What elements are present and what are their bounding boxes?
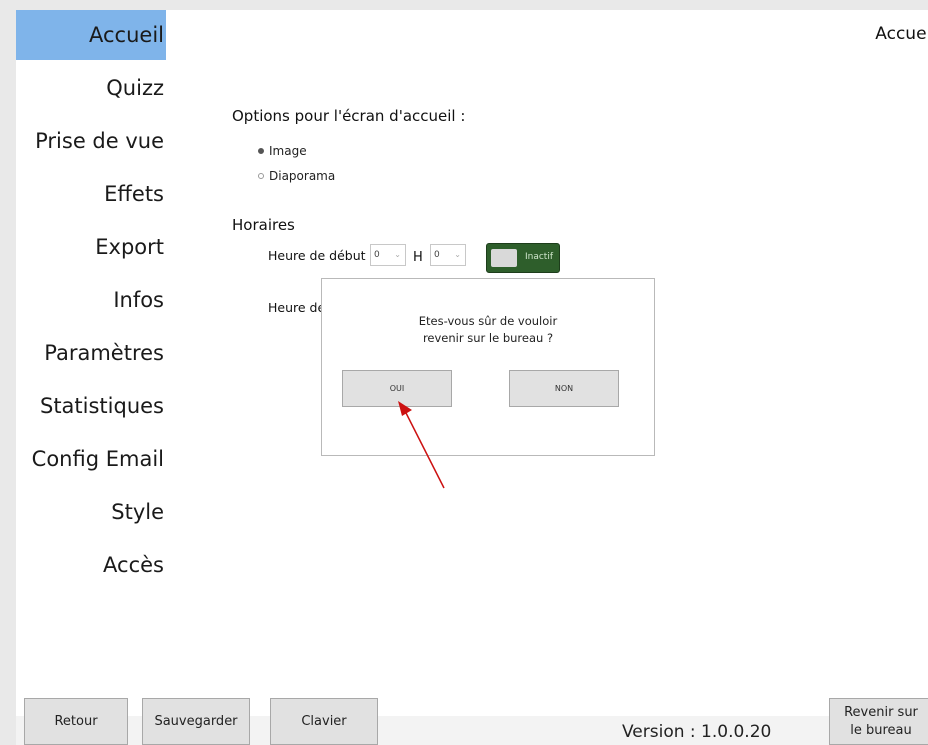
radio-checked-icon <box>258 148 264 154</box>
app-window: Accueil Quizz Prise de vue Effets Export… <box>16 10 928 745</box>
toggle-label: Inactif <box>524 252 553 262</box>
sidebar-item-acces[interactable]: Accès <box>16 540 166 590</box>
radio-unchecked-icon <box>258 173 264 179</box>
start-minute-value: 0 <box>434 250 440 260</box>
radio-image[interactable]: Image <box>258 144 307 158</box>
return-desktop-line2: le bureau <box>850 722 912 738</box>
save-button[interactable]: Sauvegarder <box>142 698 250 745</box>
radio-diaporama-label: Diaporama <box>269 169 336 183</box>
sidebar-item-infos[interactable]: Infos <box>16 275 166 325</box>
hour-separator: H <box>413 250 423 265</box>
version-label: Version : 1.0.0.20 <box>622 722 772 742</box>
no-button[interactable]: NON <box>509 370 619 407</box>
yes-button[interactable]: OUI <box>342 370 452 407</box>
schedule-toggle[interactable]: Inactif <box>486 243 560 273</box>
start-hour-spinner[interactable]: 0 ⌄ <box>370 244 406 266</box>
sidebar-item-style[interactable]: Style <box>16 487 166 537</box>
keyboard-button[interactable]: Clavier <box>270 698 378 745</box>
sidebar-item-quizz[interactable]: Quizz <box>16 63 166 113</box>
start-hour-value: 0 <box>374 250 380 260</box>
return-desktop-line1: Revenir sur <box>844 704 918 720</box>
dialog-message: Etes-vous sûr de vouloir revenir sur le … <box>322 313 654 347</box>
spinner-arrow-icon: ⌄ <box>454 250 461 259</box>
start-minute-spinner[interactable]: 0 ⌄ <box>430 244 466 266</box>
dialog-message-line1: Etes-vous sûr de vouloir <box>418 314 558 328</box>
radio-diaporama[interactable]: Diaporama <box>258 169 335 183</box>
sidebar-item-parametres[interactable]: Paramètres <box>16 328 166 378</box>
radio-image-label: Image <box>269 144 307 158</box>
sidebar-item-export[interactable]: Export <box>16 222 166 272</box>
options-title: Options pour l'écran d'accueil : <box>232 107 466 125</box>
confirm-dialog: Etes-vous sûr de vouloir revenir sur le … <box>321 278 655 456</box>
sidebar-item-effets[interactable]: Effets <box>16 169 166 219</box>
sidebar-item-accueil[interactable]: Accueil <box>16 10 166 60</box>
spinner-arrow-icon: ⌄ <box>394 250 401 259</box>
back-button[interactable]: Retour <box>24 698 128 745</box>
sidebar-item-config-email[interactable]: Config Email <box>16 434 166 484</box>
sidebar-item-statistiques[interactable]: Statistiques <box>16 381 166 431</box>
horaires-title: Horaires <box>232 216 295 234</box>
toggle-knob <box>491 249 517 267</box>
page-title: Accueil <box>875 24 928 44</box>
start-time-label: Heure de début <box>268 248 366 263</box>
dialog-message-line2: revenir sur le bureau ? <box>422 331 554 345</box>
sidebar-item-prise-de-vue[interactable]: Prise de vue <box>16 116 166 166</box>
end-time-label: Heure de <box>268 300 326 315</box>
return-desktop-button[interactable]: Revenir sur le bureau <box>829 698 928 745</box>
